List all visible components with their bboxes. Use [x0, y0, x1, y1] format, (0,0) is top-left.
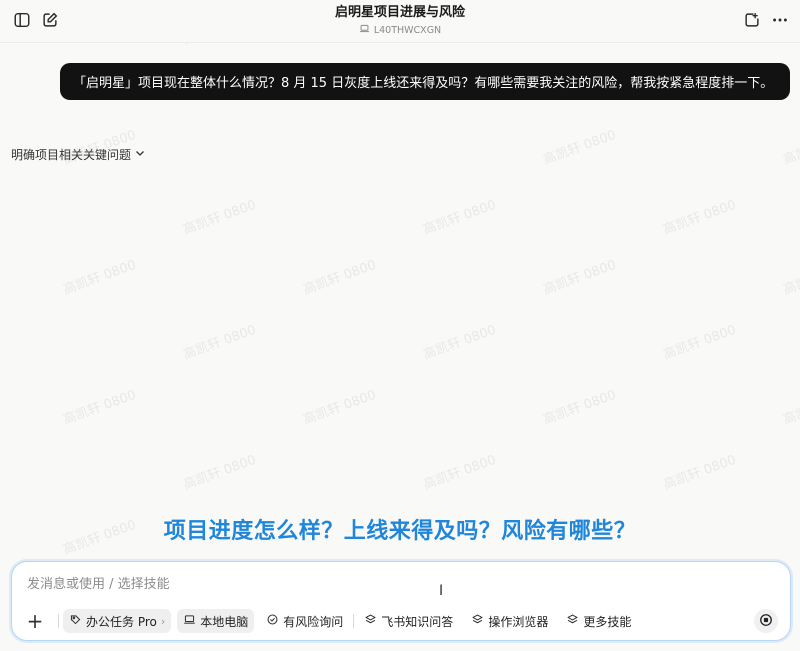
watermark-text: 高凯轩 0800: [781, 258, 800, 298]
watermark-text: 高凯轩 0800: [421, 197, 499, 238]
layers-icon: [364, 613, 377, 629]
more-skills-label: 更多技能: [583, 614, 632, 629]
feishu-qa-label: 飞书知识问答: [381, 614, 454, 629]
local-pc-label: 本地电脑: [200, 614, 249, 629]
watermark-text: 高凯轩 0800: [781, 128, 800, 168]
watermark-text: 高凯轩 0800: [541, 387, 619, 428]
message-input[interactable]: [27, 574, 727, 594]
sidebar-toggle-icon[interactable]: [11, 9, 33, 31]
clarify-step-toggle[interactable]: 明确项目相关关键问题: [11, 146, 146, 163]
risk-query-button[interactable]: 有风险询问: [260, 609, 349, 633]
watermark-text: 高凯轩 0800: [61, 257, 139, 298]
watermark-text: 高凯轩 0800: [421, 452, 499, 493]
check-circle-icon: [266, 613, 279, 629]
text-cursor-icon: I: [439, 583, 444, 599]
watermark-text: 高凯轩 0800: [181, 322, 259, 363]
laptop-icon: [359, 23, 370, 38]
divider: [58, 614, 59, 628]
user-message-bubble: 「启明星」项目现在整体什么情况？8 月 15 日灰度上线还来得及吗？有哪些需要我…: [60, 63, 790, 100]
layers-icon: [566, 613, 579, 629]
message-composer: I + 办公任务 Pro › 本地电脑: [11, 561, 791, 641]
browser-button[interactable]: 操作浏览器: [465, 609, 554, 633]
clarify-step-label: 明确项目相关关键问题: [11, 148, 132, 162]
watermark-text: 高凯轩 0800: [661, 197, 739, 238]
more-icon[interactable]: [769, 9, 791, 31]
watermark-text: 高凯轩 0800: [541, 257, 619, 298]
risk-query-label: 有风险询问: [283, 614, 344, 629]
watermark-text: 高凯轩 0800: [301, 387, 379, 428]
office-task-icon: [69, 613, 82, 629]
device-label: L40THWCXGN: [250, 23, 550, 38]
office-task-pro-button[interactable]: 办公任务 Pro ›: [63, 609, 172, 633]
composer-toolbar: + 办公任务 Pro › 本地电脑 有风险询问 飞书知识问答 操作浏览器 更多技…: [24, 608, 637, 634]
add-attachment-button[interactable]: +: [24, 609, 46, 633]
watermark-text: 高凯轩 0800: [421, 322, 499, 363]
watermark-text: 高凯轩 0800: [781, 388, 800, 428]
local-pc-button[interactable]: 本地电脑: [177, 609, 255, 633]
watermark-text: 高凯轩 0800: [181, 452, 259, 493]
divider: [353, 614, 355, 628]
title-block: 启明星项目进展与风险 L40THWCXGN: [250, 5, 550, 38]
top-bar: 启明星项目进展与风险 L40THWCXGN: [0, 0, 800, 43]
layers-icon: [471, 613, 484, 629]
laptop-icon: [183, 613, 196, 629]
watermark-text: 高凯轩 0800: [61, 387, 139, 428]
device-id: L40THWCXGN: [373, 24, 442, 36]
stop-generation-button[interactable]: [754, 609, 778, 633]
share-icon[interactable]: [741, 9, 763, 31]
chevron-down-icon: [134, 147, 146, 162]
watermark-text: 高凯轩 0800: [181, 197, 259, 238]
stop-icon: [759, 612, 773, 631]
watermark-text: 高凯轩 0800: [541, 127, 619, 168]
office-task-label: 办公任务 Pro: [86, 614, 157, 629]
new-chat-edit-icon[interactable]: [39, 9, 61, 31]
watermark-text: 高凯轩 0800: [661, 322, 739, 363]
more-skills-button[interactable]: 更多技能: [560, 609, 637, 633]
highlighted-question: 项目进度怎么样？上线来得及吗？风险有哪些？: [163, 519, 637, 544]
watermark-text: 高凯轩 0800: [661, 452, 739, 493]
watermark-text: 高凯轩 0800: [301, 257, 379, 298]
browser-label: 操作浏览器: [488, 614, 549, 629]
chevron-right-icon: ›: [160, 614, 166, 628]
page-title: 启明星项目进展与风险: [334, 5, 465, 20]
user-message-text: 「启明星」项目现在整体什么情况？8 月 15 日灰度上线还来得及吗？有哪些需要我…: [73, 76, 774, 91]
feishu-qa-button[interactable]: 飞书知识问答: [358, 609, 459, 633]
